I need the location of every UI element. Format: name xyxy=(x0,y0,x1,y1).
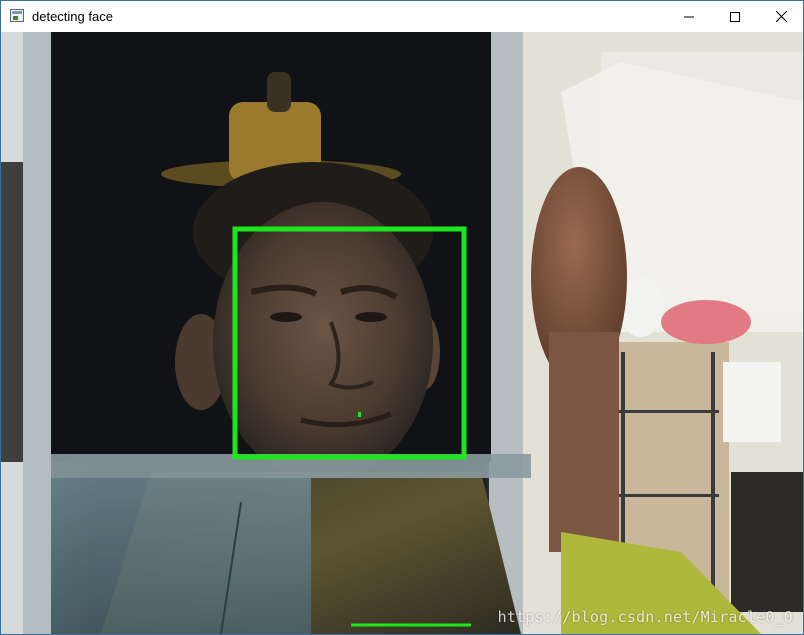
close-icon xyxy=(775,11,787,22)
person-face xyxy=(549,332,619,552)
detection-center-point xyxy=(358,412,361,417)
maximize-icon xyxy=(730,11,740,22)
window-title: detecting face xyxy=(32,9,113,24)
bunk-ladder xyxy=(711,352,715,602)
minimize-button[interactable] xyxy=(666,1,712,32)
left-edge-dark xyxy=(1,162,23,462)
pink-bag xyxy=(661,300,751,344)
shelf xyxy=(731,472,803,612)
bed-rail xyxy=(615,494,719,497)
face xyxy=(213,202,433,482)
app-window: detecting face https://blog.csdn.net/Mir… xyxy=(0,0,804,635)
picture-frame-left xyxy=(21,32,51,634)
storage-box xyxy=(723,362,781,442)
hat-top xyxy=(267,72,291,112)
camera-frame: https://blog.csdn.net/Miracle0_0 xyxy=(1,32,803,634)
eye-left xyxy=(270,312,302,322)
title-bar[interactable]: detecting face xyxy=(1,1,803,32)
watermark-text: https://blog.csdn.net/Miracle0_0 xyxy=(497,608,793,626)
bed-rail xyxy=(615,410,719,413)
minimize-icon xyxy=(684,16,694,17)
close-button[interactable] xyxy=(758,1,803,32)
glass-lower xyxy=(51,478,311,634)
window-app-icon xyxy=(10,9,24,22)
eye-right xyxy=(355,312,387,322)
camera-image xyxy=(1,32,803,634)
maximize-button[interactable] xyxy=(712,1,758,32)
